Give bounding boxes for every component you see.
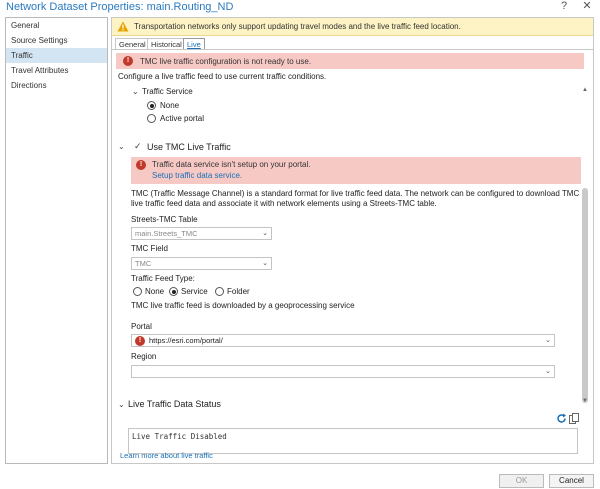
sidebar-item-general[interactable]: General [6,18,107,33]
sidebar: General Source Settings Traffic Travel A… [5,17,108,464]
warning-text: Transportation networks only support upd… [134,22,461,31]
portal-label: Portal [131,322,152,331]
error-banner: ! TMC live traffic configuration is not … [116,53,584,69]
traffic-service-active-portal-radio[interactable] [147,114,156,123]
scroll-up-icon[interactable]: ▲ [582,87,588,93]
portal-select[interactable]: ! https://esri.com/portal/ ⌄ [131,334,555,347]
chevron-down-icon: ⌄ [262,230,268,237]
chevron-down-icon[interactable]: ⌄ [118,142,125,151]
chevron-down-icon: ⌄ [262,260,268,267]
streets-tmc-label: Streets-TMC Table [131,215,198,224]
sidebar-item-directions[interactable]: Directions [6,78,107,93]
region-label: Region [131,352,157,361]
sidebar-item-label: Source Settings [11,36,68,45]
sidebar-item-label: Travel Attributes [11,66,69,75]
gp-note: TMC live traffic feed is downloaded by a… [131,301,355,310]
portal-value: https://esri.com/portal/ [149,336,223,345]
chevron-down-icon: ⌄ [545,368,551,375]
feed-type-service-label: Service [181,287,208,296]
streets-tmc-value: main.Streets_TMC [135,229,198,238]
feed-type-service-radio[interactable] [169,287,178,296]
sidebar-item-source-settings[interactable]: Source Settings [6,33,107,48]
use-tmc-label: Use TMC Live Traffic [147,142,231,152]
error-icon: ! [135,336,145,346]
learn-more-link[interactable]: Learn more about live traffic [120,451,213,460]
feed-type-none-label: None [145,287,165,296]
feed-type-folder-label: Folder [227,287,250,296]
sidebar-item-travel-attributes[interactable]: Travel Attributes [6,63,107,78]
traffic-service-none-radio[interactable] [147,101,156,110]
help-button[interactable]: ? [555,0,573,14]
window-title: Network Dataset Properties: main.Routing… [6,1,234,13]
feed-type-label: Traffic Feed Type: [131,274,195,283]
sidebar-item-label: Directions [11,81,47,90]
setup-traffic-service-link[interactable]: Setup traffic data service. [152,171,242,180]
refresh-icon[interactable] [556,413,567,424]
tab-divider [112,49,593,50]
title-bar: Network Dataset Properties: main.Routing… [0,0,600,17]
feed-type-folder-radio[interactable] [215,287,224,296]
region-select[interactable]: ⌄ [131,365,555,378]
sidebar-item-label: General [11,21,40,30]
status-label: Live Traffic Data Status [128,399,221,409]
tmc-error-text: Traffic data service isn't setup on your… [152,160,311,169]
traffic-service-label: Traffic Service [142,87,193,96]
traffic-panel: Transportation networks only support upd… [111,17,594,464]
warning-icon [117,21,129,32]
scroll-down-icon[interactable]: ▼ [582,398,588,404]
chevron-down-icon[interactable]: ⌄ [132,87,139,96]
tmc-description: TMC (Traffic Message Channel) is a stand… [131,189,580,208]
sidebar-item-label: Traffic [11,51,33,60]
tmc-field-label: TMC Field [131,244,168,253]
ok-button[interactable]: OK [499,474,544,488]
scrollbar-thumb[interactable] [582,188,588,403]
tmc-field-value: TMC [135,259,152,268]
check-icon[interactable]: ✓ [134,141,142,152]
sidebar-item-traffic[interactable]: Traffic [6,48,107,63]
tmc-error-banner: ! Traffic data service isn't setup on yo… [131,157,583,184]
close-button[interactable]: ✕ [578,0,596,14]
copy-icon[interactable] [569,413,579,424]
traffic-service-none-label: None [160,101,180,110]
streets-tmc-select[interactable]: main.Streets_TMC ⌄ [131,227,272,240]
chevron-down-icon[interactable]: ⌄ [118,400,125,409]
chevron-down-icon: ⌄ [545,337,551,344]
warning-banner: Transportation networks only support upd… [112,18,593,36]
cancel-button[interactable]: Cancel [549,474,594,488]
error-icon: ! [123,56,133,66]
feed-type-none-radio[interactable] [133,287,142,296]
status-text: Live Traffic Disabled [132,432,227,441]
error-icon: ! [136,160,146,170]
error-text: TMC live traffic configuration is not re… [140,57,312,66]
traffic-service-active-portal-label: Active portal [160,114,205,123]
intro-text: Configure a live traffic feed to use cur… [118,72,327,81]
tmc-field-select[interactable]: TMC ⌄ [131,257,272,270]
